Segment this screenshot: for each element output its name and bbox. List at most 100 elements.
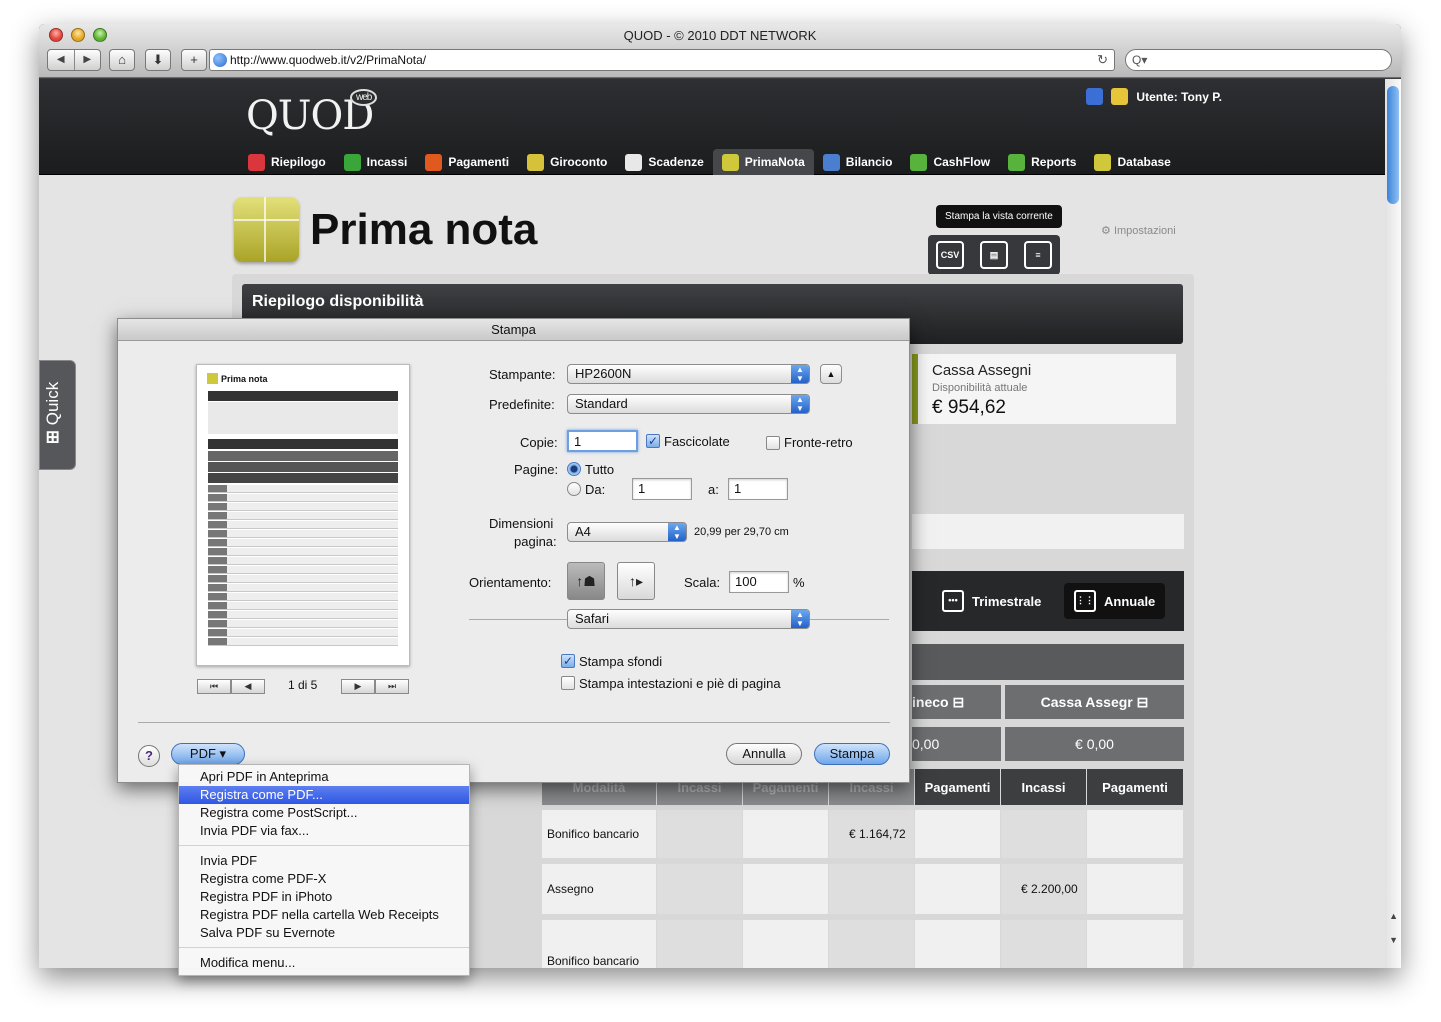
nav-item-label: Pagamenti xyxy=(448,155,510,169)
separator xyxy=(138,722,890,723)
table-cell: Bonifico bancario xyxy=(542,810,656,858)
scale-input[interactable]: 100 xyxy=(729,571,789,593)
menu-item[interactable]: Invia PDF via fax... xyxy=(179,822,469,840)
nav-item-riepilogo[interactable]: Riepilogo xyxy=(239,149,335,175)
annual-label: Annuale xyxy=(1104,593,1156,609)
scroll-down-icon[interactable]: ▼ xyxy=(1389,935,1398,945)
presets-value: Standard xyxy=(575,396,628,411)
scrollbar-thumb[interactable] xyxy=(1387,86,1399,204)
pages-all-label: Tutto xyxy=(585,462,615,477)
cancel-button[interactable]: Annulla xyxy=(726,743,802,765)
landscape-button[interactable]: ↑▸ xyxy=(617,562,655,600)
menu-item[interactable]: Salva PDF su Evernote xyxy=(179,924,469,942)
menu-item[interactable]: Registra come PostScript... xyxy=(179,804,469,822)
menu-item[interactable]: Registra PDF nella cartella Web Receipts xyxy=(179,906,469,924)
nav-item-reports[interactable]: Reports xyxy=(999,149,1085,175)
url-text: http://www.quodweb.it/v2/PrimaNota/ xyxy=(230,53,427,67)
portrait-button[interactable]: ↑☗ xyxy=(567,562,605,600)
nav-item-giroconto[interactable]: Giroconto xyxy=(518,149,616,175)
nav-item-incassi[interactable]: Incassi xyxy=(335,149,417,175)
dropdown-icon: ⊟ xyxy=(1136,693,1149,710)
to-label: a: xyxy=(708,482,719,497)
pages-all-radio[interactable] xyxy=(567,462,581,476)
nav-item-cashflow[interactable]: CashFlow xyxy=(901,149,999,175)
menu-item-highlighted[interactable]: Registra come PDF... xyxy=(179,786,469,804)
forward-button[interactable]: ▶ xyxy=(73,50,101,70)
address-bar[interactable]: http://www.quodweb.it/v2/PrimaNota/ ↻ xyxy=(209,49,1115,71)
column-header[interactable]: Cassa Assegr ⊟ xyxy=(1005,685,1184,719)
menu-item[interactable]: Registra PDF in iPhoto xyxy=(179,888,469,906)
annual-button[interactable]: ⋮⋮ Annuale xyxy=(1064,583,1166,619)
document-icon[interactable]: ≡ xyxy=(1024,241,1052,269)
prev-page-icon[interactable]: ◀ xyxy=(231,679,265,694)
nav-item-pagamenti[interactable]: Pagamenti xyxy=(416,149,518,175)
printer-value: HP2600N xyxy=(575,366,632,381)
paper-size-select[interactable]: A4 ▲ ▼ xyxy=(567,522,687,542)
home-button[interactable]: ⌂ xyxy=(109,49,135,71)
disclosure-button[interactable]: ▲ xyxy=(820,364,842,384)
print-tooltip: Stampa la vista corrente xyxy=(936,205,1062,228)
first-page-icon[interactable]: ⏮ xyxy=(197,679,231,694)
preview-row xyxy=(208,494,398,502)
preview-summary xyxy=(208,402,398,434)
lock-icon[interactable] xyxy=(1086,88,1104,105)
updown-icon: ▲ ▼ xyxy=(791,610,809,628)
table-cell xyxy=(1001,810,1086,858)
column-header[interactable]: ineco ⊟ xyxy=(912,685,1001,719)
to-page-input[interactable]: 1 xyxy=(728,478,788,500)
table-title-band xyxy=(912,644,1184,680)
quarterly-button[interactable]: ••• Trimestrale xyxy=(932,583,1051,619)
last-page-icon[interactable]: ⏭ xyxy=(375,679,409,694)
print-button[interactable]: Stampa xyxy=(814,743,890,765)
from-page-input[interactable]: 1 xyxy=(632,478,692,500)
back-button[interactable]: ◀ xyxy=(48,50,74,70)
print-headers-checkbox[interactable] xyxy=(561,676,575,690)
printer-select[interactable]: HP2600N ▲ ▼ xyxy=(567,364,810,384)
app-options-select[interactable]: Safari ▲ ▼ xyxy=(567,609,810,629)
download-button[interactable]: ⬇ xyxy=(145,49,171,71)
settings-link[interactable]: ⚙ Impostazioni xyxy=(1101,224,1176,237)
nav-item-scadenze[interactable]: Scadenze xyxy=(616,149,712,175)
pages-range-radio[interactable] xyxy=(567,482,581,496)
menu-item[interactable]: Registra come PDF-X xyxy=(179,870,469,888)
collated-checkbox[interactable]: ✓ xyxy=(646,434,660,448)
nav-item-bilancio[interactable]: Bilancio xyxy=(814,149,902,175)
vertical-scrollbar[interactable] xyxy=(1385,79,1401,968)
add-bookmark-button[interactable]: + xyxy=(181,49,207,71)
updown-icon: ▲ ▼ xyxy=(791,365,809,383)
pdf-menu-button[interactable]: PDF ▾ xyxy=(171,743,245,765)
pdf-dropdown-menu: Apri PDF in Anteprima Registra come PDF.… xyxy=(178,764,470,976)
preview-header-bar xyxy=(208,391,398,401)
print-backgrounds-checkbox[interactable]: ✓ xyxy=(561,654,575,668)
table-cell xyxy=(743,920,828,968)
nav-item-primanota[interactable]: PrimaNota xyxy=(712,149,814,175)
preview-row xyxy=(208,584,398,592)
duplex-label: Fronte-retro xyxy=(784,435,853,450)
plus-icon xyxy=(343,153,361,171)
quick-panel-tab[interactable]: ⊞ Quick xyxy=(39,360,76,470)
table-cell xyxy=(657,920,742,968)
scroll-up-icon[interactable]: ▲ xyxy=(1389,911,1398,921)
search-icon: Q▾ xyxy=(1132,53,1148,67)
menu-item[interactable]: Modifica menu... xyxy=(179,954,469,972)
gear-icon: ⚙ xyxy=(1101,225,1111,237)
reload-icon[interactable]: ↻ xyxy=(1097,50,1108,70)
filter-band xyxy=(912,514,1184,549)
quod-logo[interactable]: QUOD web xyxy=(246,89,378,139)
menu-item[interactable]: Invia PDF xyxy=(179,852,469,870)
paper-size-label-2: pagina: xyxy=(514,534,557,549)
menu-item[interactable]: Apri PDF in Anteprima xyxy=(179,768,469,786)
preview-table-head xyxy=(208,462,398,472)
next-page-icon[interactable]: ▶ xyxy=(341,679,375,694)
help-button[interactable]: ? xyxy=(138,745,160,767)
balance-icon xyxy=(822,153,840,171)
csv-export-icon[interactable]: CSV xyxy=(936,241,964,269)
preview-row xyxy=(208,593,398,601)
title-bar: QUOD - © 2010 DDT NETWORK ◀ ▶ ⌂ ⬇ + http… xyxy=(39,24,1401,78)
search-field[interactable]: Q▾ xyxy=(1125,49,1392,71)
presets-select[interactable]: Standard ▲ ▼ xyxy=(567,394,810,414)
print-icon[interactable]: ▤ xyxy=(980,241,1008,269)
duplex-checkbox[interactable] xyxy=(766,436,780,450)
nav-item-database[interactable]: Database xyxy=(1085,149,1179,175)
copies-input[interactable]: 1 xyxy=(567,430,638,452)
